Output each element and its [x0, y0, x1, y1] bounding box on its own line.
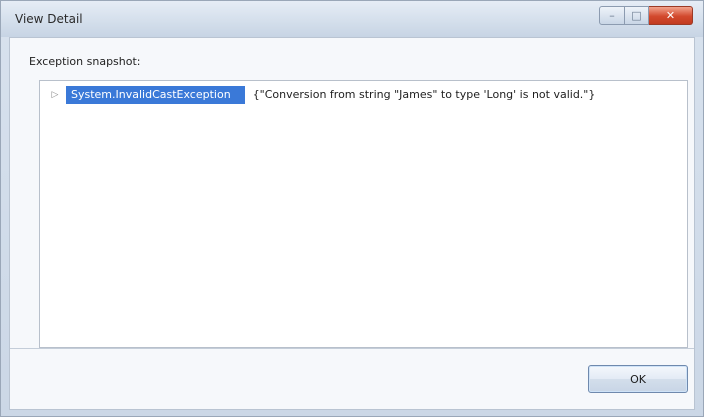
tree-row[interactable]: ▷ System.InvalidCastException {"Conversi… — [40, 86, 687, 104]
ok-button[interactable]: OK — [588, 365, 688, 393]
minimize-icon: – — [609, 9, 615, 22]
exception-message: {"Conversion from string "James" to type… — [252, 88, 596, 101]
exception-snapshot-label: Exception snapshot: — [29, 55, 141, 68]
maximize-button[interactable]: □ — [625, 6, 649, 25]
minimize-button[interactable]: – — [599, 6, 625, 25]
ok-button-label: OK — [630, 372, 646, 386]
close-button[interactable]: ✕ — [649, 6, 693, 25]
divider — [10, 348, 694, 349]
maximize-icon: □ — [631, 9, 642, 22]
window-controls: – □ ✕ — [599, 6, 693, 26]
view-detail-window: View Detail – □ ✕ Exception snapshot: ▷ … — [0, 0, 704, 417]
title-bar[interactable]: View Detail – □ ✕ — [1, 1, 703, 37]
window-title: View Detail — [15, 12, 83, 26]
expand-arrow-icon[interactable]: ▷ — [48, 88, 62, 102]
exception-type-node[interactable]: System.InvalidCastException — [66, 86, 245, 104]
close-icon: ✕ — [665, 9, 676, 22]
exception-tree-view[interactable]: ▷ System.InvalidCastException {"Conversi… — [39, 80, 688, 348]
